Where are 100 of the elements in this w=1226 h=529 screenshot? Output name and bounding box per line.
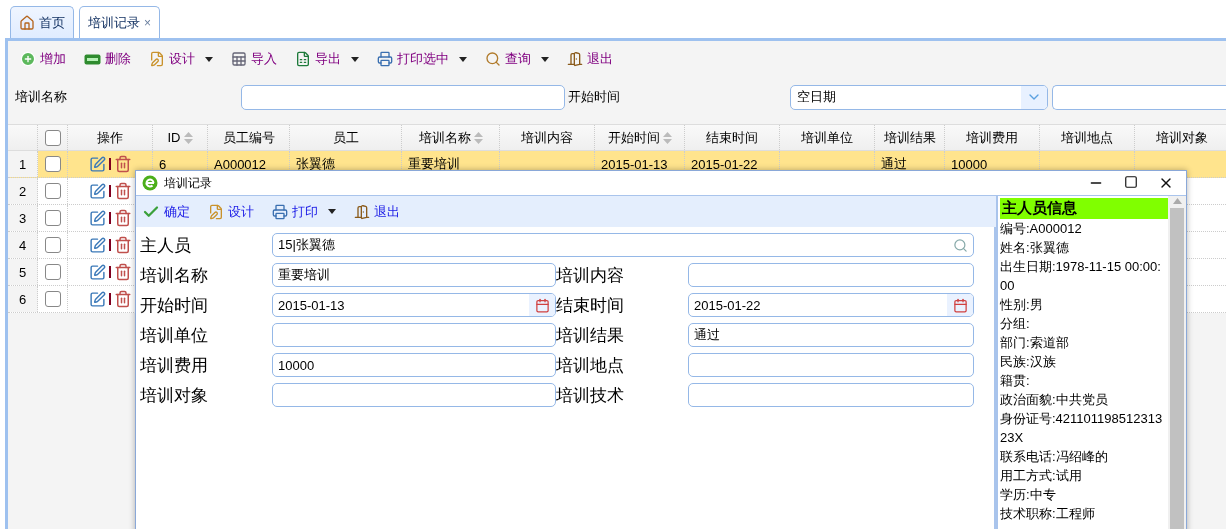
field-label: 培训对象	[140, 384, 209, 407]
row-number: 3	[8, 205, 38, 231]
checkbox[interactable]	[44, 183, 61, 199]
spreadsheet-icon	[295, 51, 311, 67]
column-header[interactable]: 培训内容	[500, 125, 595, 150]
info-text: 编号:A000012	[1000, 220, 1083, 238]
edit-icon[interactable]	[88, 290, 106, 308]
field-label: 培训技术	[556, 384, 625, 407]
toolbar-button[interactable]: 删除	[82, 48, 133, 70]
field-label: 培训费用	[140, 354, 209, 377]
toolbar-button[interactable]: 设计	[206, 200, 256, 223]
trash-icon[interactable]	[113, 263, 132, 281]
column-header[interactable]: 培训费用	[945, 125, 1040, 150]
checkbox[interactable]	[44, 291, 61, 307]
toolbar-button[interactable]: 打印选中	[375, 48, 469, 70]
info-text: 联系电话:冯绍峰的	[1000, 448, 1109, 466]
field-label: 开始时间	[140, 294, 209, 317]
trash-icon[interactable]	[113, 209, 132, 227]
toolbar-button[interactable]: 退出	[565, 48, 615, 70]
checkbox[interactable]	[44, 264, 61, 280]
input-field[interactable]	[688, 383, 974, 407]
printer-icon	[272, 203, 288, 220]
checkbox[interactable]	[44, 210, 61, 226]
input-field[interactable]: 通过	[688, 323, 974, 347]
tab-label: 培训记录	[88, 13, 140, 32]
input-field[interactable]: 15|张翼德	[272, 233, 974, 257]
checkbox[interactable]	[44, 129, 61, 146]
filter-label: 开始时间	[567, 88, 621, 106]
scroll-up-arrow-icon[interactable]	[1172, 198, 1182, 204]
input-field[interactable]: 2015-01-13	[272, 293, 556, 317]
search-icon	[485, 51, 501, 67]
trash-icon[interactable]	[113, 236, 132, 254]
scrollbar[interactable]	[1168, 196, 1186, 529]
info-text: 出生日期:1978-11-15 00:00:00	[1000, 258, 1162, 295]
trash-icon[interactable]	[113, 290, 132, 308]
field-label: 培训内容	[556, 264, 625, 287]
input-field[interactable]	[241, 84, 565, 110]
filter-label: 培训名称	[14, 88, 68, 106]
close-icon[interactable]: ×	[144, 15, 151, 30]
trash-icon[interactable]	[113, 182, 132, 200]
info-text: 分组:	[1000, 315, 1031, 333]
calendar-icon[interactable]	[534, 297, 550, 313]
edit-icon[interactable]	[88, 182, 106, 200]
edit-icon[interactable]	[88, 263, 106, 281]
input-field[interactable]	[272, 323, 556, 347]
info-text: 民族:汉族	[1000, 353, 1057, 371]
input-field[interactable]	[272, 383, 556, 407]
column-header[interactable]: 培训对象	[1135, 125, 1226, 150]
field-label: 结束时间	[556, 294, 625, 317]
search-icon[interactable]	[952, 237, 968, 253]
column-header[interactable]: 操作	[68, 125, 153, 150]
info-text: 用工方式:试用	[1000, 467, 1083, 485]
maximize-icon[interactable]	[1124, 175, 1138, 189]
input-field[interactable]: 2015-01-22	[688, 293, 974, 317]
caret-icon	[205, 56, 213, 62]
door-icon	[567, 51, 583, 67]
toolbar-button[interactable]: 查询	[483, 48, 551, 70]
info-text: 部门:索道部	[1000, 334, 1070, 352]
caret-icon	[351, 56, 359, 62]
edit-icon[interactable]	[88, 209, 106, 227]
field-label: 培训地点	[556, 354, 625, 377]
toolbar-button[interactable]: 确定	[140, 200, 192, 223]
tab[interactable]: 首页	[10, 6, 74, 38]
column-header[interactable]: 培训结果	[875, 125, 945, 150]
row-number: 5	[8, 259, 38, 285]
input-field[interactable]: 10000	[272, 353, 556, 377]
info-text: 政治面貌:中共党员	[1000, 391, 1109, 409]
toolbar-button[interactable]: 退出	[352, 200, 402, 223]
column-header[interactable]: ID	[153, 125, 208, 150]
spreadsheet-icon	[231, 51, 247, 67]
checkbox[interactable]	[44, 156, 61, 172]
trash-icon[interactable]	[113, 155, 132, 173]
toolbar-button[interactable]: 导入	[229, 48, 279, 70]
input-field[interactable]	[688, 353, 974, 377]
column-header[interactable]: 培训单位	[780, 125, 875, 150]
tab[interactable]: 培训记录 ×	[79, 6, 160, 38]
pencil-document-icon	[149, 51, 165, 67]
column-header[interactable]: 结束时间	[685, 125, 780, 150]
toolbar-button[interactable]: 导出	[293, 48, 361, 70]
column-header[interactable]: 培训地点	[1040, 125, 1135, 150]
column-header[interactable]: 开始时间	[595, 125, 685, 150]
input-field[interactable]: 重要培训	[272, 263, 556, 287]
edit-icon[interactable]	[88, 155, 106, 173]
column-header[interactable]: 员工	[290, 125, 402, 150]
row-number: 1	[8, 151, 38, 177]
toolbar-button[interactable]: 打印	[270, 200, 338, 223]
sort-icon	[662, 131, 672, 144]
column-header[interactable]: 培训名称	[402, 125, 500, 150]
input-field[interactable]	[688, 263, 974, 287]
date-select[interactable]: 空日期	[790, 84, 1048, 110]
calendar-icon[interactable]	[952, 297, 968, 313]
toolbar-button[interactable]: 增加	[18, 48, 68, 70]
field-label: 培训单位	[140, 324, 209, 347]
toolbar-button[interactable]: 设计	[147, 48, 215, 70]
checkbox[interactable]	[44, 237, 61, 253]
info-text: 学历:中专	[1000, 486, 1057, 504]
field-label: 主人员	[140, 234, 192, 257]
input-field[interactable]	[1052, 84, 1226, 110]
edit-icon[interactable]	[88, 236, 106, 254]
column-header[interactable]: 员工编号	[208, 125, 290, 150]
